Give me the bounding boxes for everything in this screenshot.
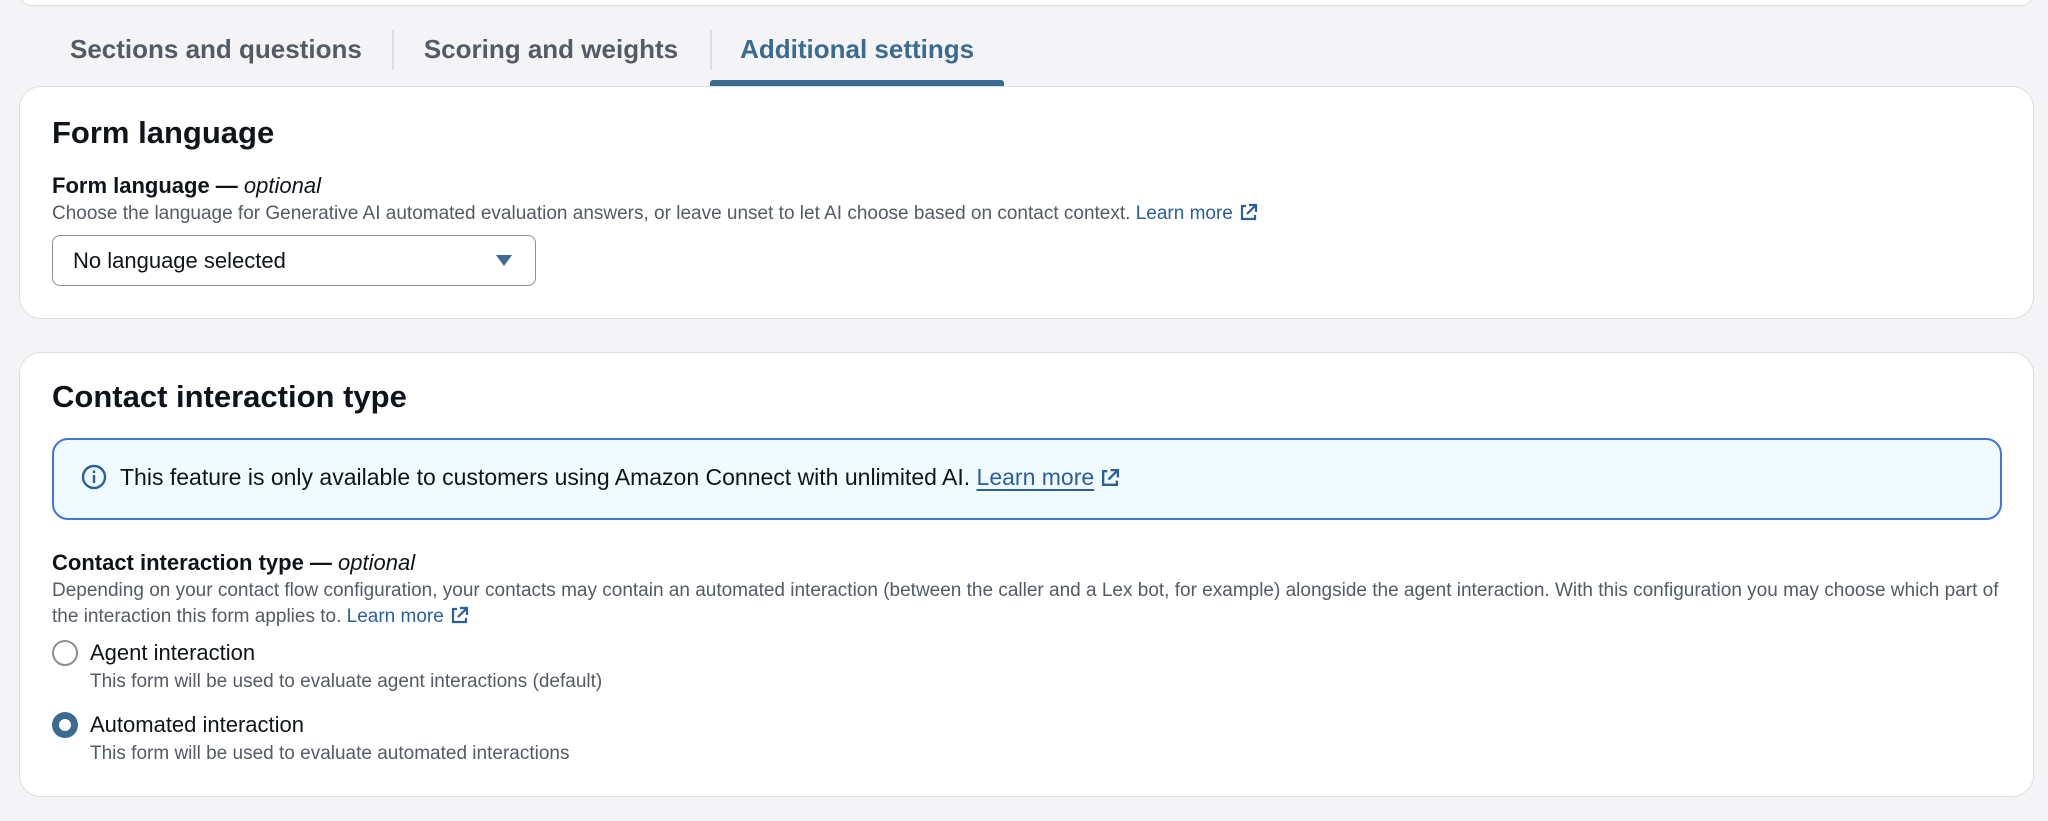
form-language-field-label: Form language — optional (52, 173, 321, 198)
contact-interaction-description: Depending on your contact flow configura… (52, 578, 2002, 633)
tab-label: Additional settings (740, 33, 975, 64)
radio-description: This form will be used to evaluate autom… (90, 743, 570, 764)
form-language-select[interactable]: No language selected (52, 235, 536, 286)
alert-message: This feature is only available to custom… (120, 464, 1120, 494)
tab-additional-settings[interactable]: Additional settings (710, 26, 1005, 86)
external-link-icon (1239, 203, 1258, 230)
radio-label: Agent interaction (90, 640, 256, 665)
radio-description: This form will be used to evaluate agent… (90, 671, 603, 692)
caret-down-icon (495, 254, 513, 272)
form-language-heading: Form language (52, 115, 275, 150)
contact-interaction-field-label: Contact interaction type — optional (52, 550, 416, 575)
info-icon (81, 464, 107, 495)
external-link-icon (450, 606, 469, 633)
optional-tag: optional (243, 173, 321, 198)
tab-label: Scoring and weights (423, 33, 679, 64)
tab-sections-and-questions[interactable]: Sections and questions (40, 26, 392, 86)
form-language-panel: Form language Form language — optional C… (19, 86, 2034, 319)
optional-tag: optional (338, 550, 416, 575)
contact-interaction-heading: Contact interaction type (52, 379, 407, 414)
radio-label: Automated interaction (90, 712, 305, 737)
select-value: No language selected (73, 247, 286, 273)
external-link-icon (1100, 467, 1120, 494)
form-language-learn-more-link[interactable]: Learn more (1136, 203, 1258, 224)
info-alert: This feature is only available to custom… (52, 438, 2002, 520)
radio-agent-interaction[interactable]: Agent interaction This form will be used… (52, 639, 602, 695)
previous-panel-edge (19, 0, 2034, 6)
tab-scoring-and-weights[interactable]: Scoring and weights (391, 26, 710, 86)
tab-label: Sections and questions (70, 33, 362, 64)
tab-bar: Sections and questions Scoring and weigh… (40, 26, 1005, 86)
radio-button-checked[interactable] (52, 712, 78, 738)
form-language-description: Choose the language for Generative AI au… (52, 201, 1258, 230)
alert-learn-more-link[interactable]: Learn more (977, 464, 1095, 490)
radio-button-unchecked[interactable] (52, 640, 78, 666)
radio-automated-interaction[interactable]: Automated interaction This form will be … (52, 711, 569, 767)
contact-interaction-learn-more-link[interactable]: Learn more (347, 606, 469, 627)
contact-interaction-panel: Contact interaction type This feature is… (19, 352, 2034, 797)
